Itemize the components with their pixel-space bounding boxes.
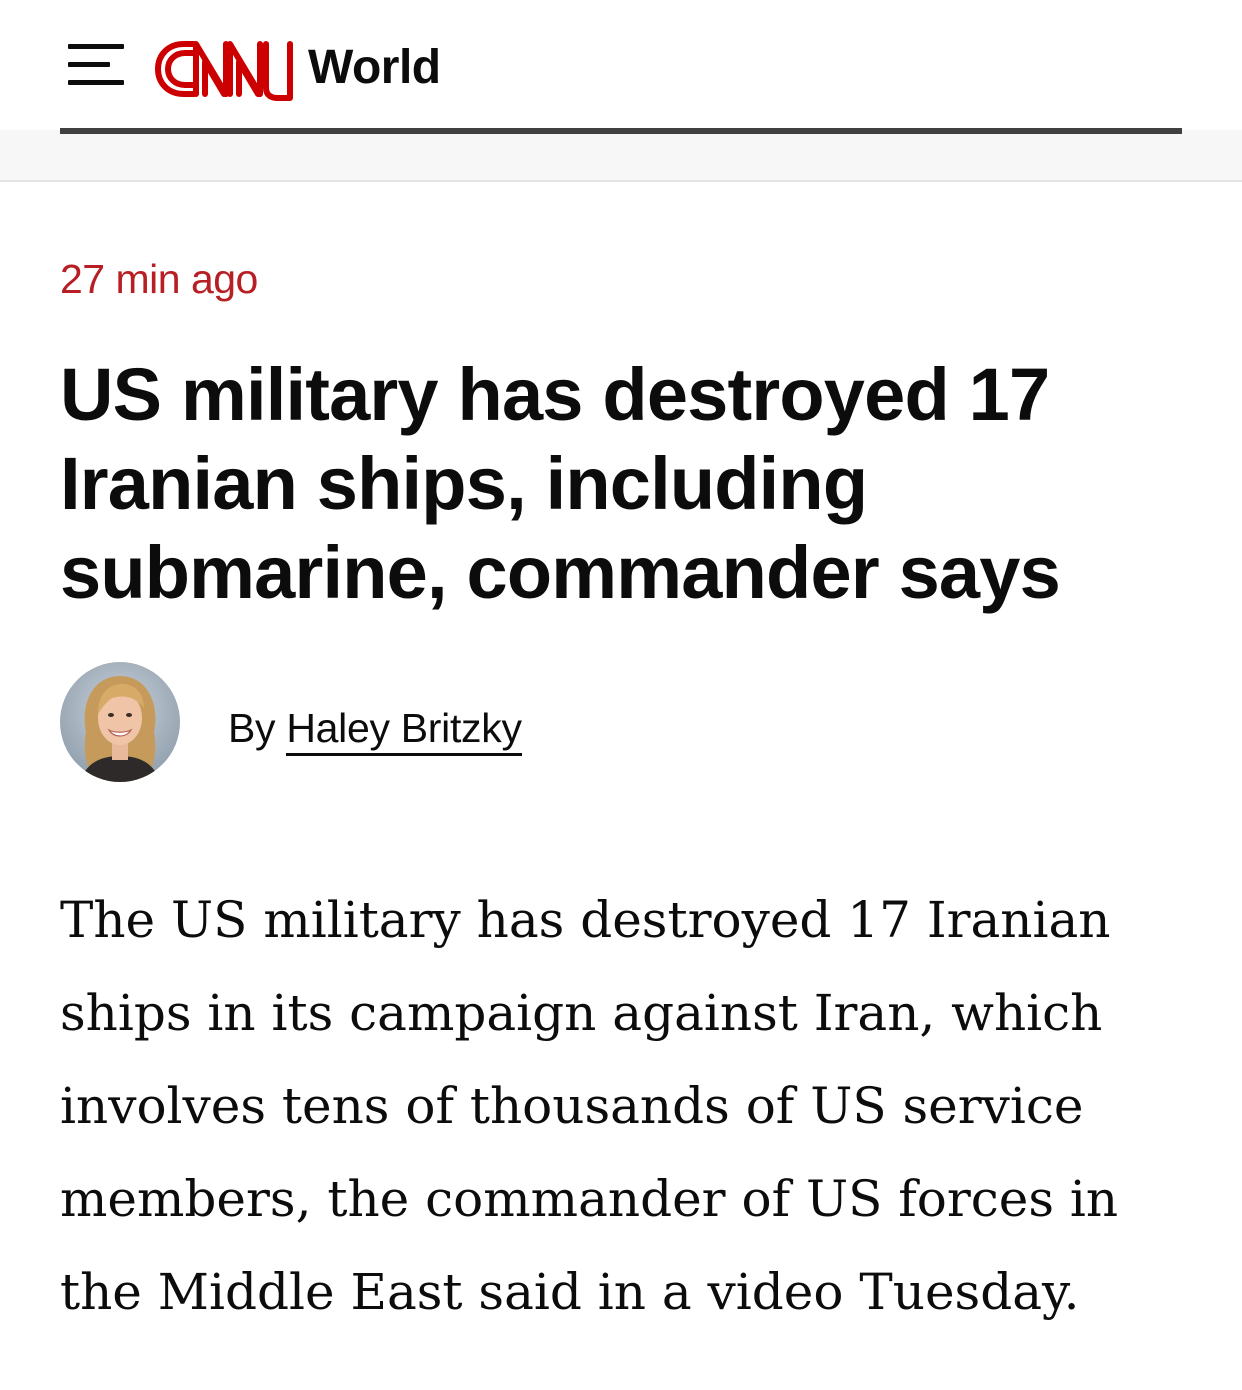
header-divider	[60, 128, 1182, 134]
section-title[interactable]: World	[308, 38, 441, 98]
cnn-logo[interactable]	[154, 36, 296, 102]
article-body-paragraph: The US military has destroyed 17 Iranian…	[60, 891, 1119, 1321]
author-avatar[interactable]	[60, 662, 180, 782]
byline: By Haley Britzky	[228, 700, 522, 756]
header-band	[0, 130, 1242, 182]
byline-prefix: By	[228, 705, 276, 751]
article-timestamp: 27 min ago	[60, 256, 258, 302]
author-photo	[60, 662, 180, 782]
article-headline: US military has destroyed 17 Iranian shi…	[60, 353, 1061, 614]
site-header: World	[0, 0, 1242, 130]
hamburger-menu-icon[interactable]	[68, 44, 124, 88]
author-link[interactable]: Haley Britzky	[286, 705, 522, 756]
